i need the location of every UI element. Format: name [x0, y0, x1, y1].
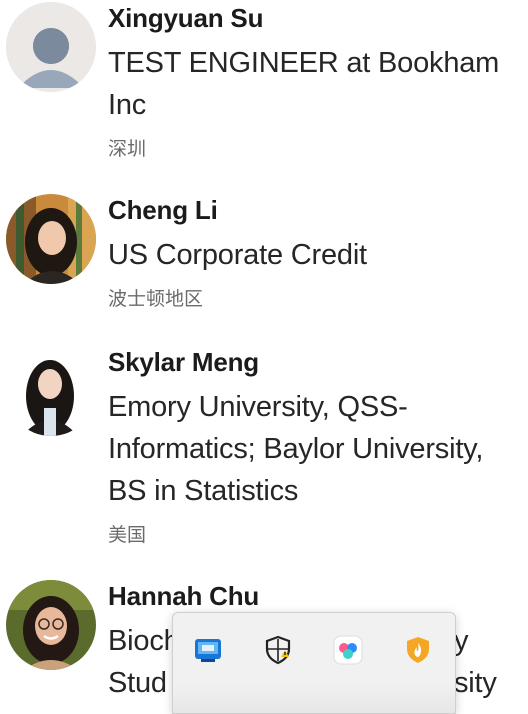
security-shield-warning-icon[interactable]	[263, 635, 293, 665]
avatar[interactable]	[6, 346, 96, 436]
person-headline: Emory University, QSS- Informatics; Bayl…	[108, 391, 484, 507]
person-location: 波士顿地区	[108, 288, 204, 310]
person-name[interactable]: Cheng Li	[108, 194, 528, 226]
person-name[interactable]: Skylar Meng	[108, 346, 528, 378]
avatar[interactable]	[6, 2, 96, 92]
profile-photo	[6, 194, 96, 284]
fire-shield-icon[interactable]	[403, 635, 433, 665]
profile-photo	[6, 580, 96, 670]
person-headline: TEST ENGINEER at Bookham Inc	[108, 47, 500, 121]
tray-lower-strip	[173, 683, 455, 713]
default-avatar-icon	[6, 2, 96, 92]
person-headline: US Corporate Credit	[108, 239, 367, 271]
cloud-sync-icon[interactable]	[333, 635, 363, 665]
person-name[interactable]: Hannah Chu	[108, 580, 528, 612]
person-name[interactable]: Xingyuan Su	[108, 2, 528, 34]
person-location: 美国	[108, 524, 147, 546]
avatar[interactable]	[6, 580, 96, 670]
avatar[interactable]	[6, 194, 96, 284]
display-app-icon[interactable]	[193, 635, 223, 665]
profile-photo	[6, 346, 96, 436]
system-tray-popup	[172, 612, 456, 714]
person-location: 深圳	[108, 138, 147, 160]
